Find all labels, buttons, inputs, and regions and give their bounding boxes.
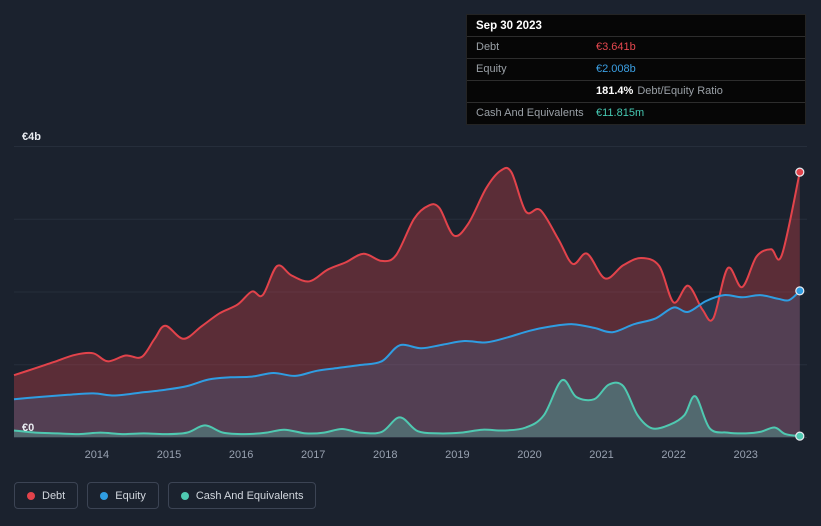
tooltip-cash-label: Cash And Equivalents: [476, 107, 584, 119]
tooltip-debt-row: Debt €3.641b: [467, 36, 805, 58]
x-axis-label-2014: 2014: [85, 449, 109, 461]
y-axis-label-0: €0: [22, 422, 34, 434]
debt-end-marker[interactable]: [795, 167, 805, 177]
chart-tooltip: Sep 30 2023 Debt €3.641b Equity €2.008b …: [466, 14, 806, 125]
tooltip-cash-value: €11.815m: [596, 107, 645, 119]
tooltip-equity-label: Equity: [476, 63, 507, 75]
tooltip-date: Sep 30 2023: [476, 20, 542, 32]
cash-and-equivalents-end-marker[interactable]: [795, 431, 805, 441]
tooltip-equity-value: €2.008b: [596, 63, 636, 75]
tooltip-debt-value: €3.641b: [596, 41, 636, 53]
debt-equity-history-chart: €4b €0 2014 2015 2016 2017 2018 2019 2020 2021 202…: [0, 0, 821, 526]
x-axis-label-2023: 2023: [733, 449, 757, 461]
legend-item-cash[interactable]: Cash And Equivalents: [167, 482, 317, 509]
x-axis-label-2018: 2018: [373, 449, 397, 461]
x-axis-label-2016: 2016: [229, 449, 253, 461]
equity-dot-icon: [100, 491, 109, 500]
tooltip-ratio-value: 181.4% Debt/Equity Ratio: [596, 85, 796, 98]
x-axis-label-2020: 2020: [517, 449, 541, 461]
legend-cash-label: Cash And Equivalents: [195, 489, 304, 502]
chart-legend: Debt Equity Cash And Equivalents: [14, 482, 317, 509]
tooltip-ratio-spacer: [476, 85, 596, 98]
tooltip-debt-label: Debt: [476, 41, 500, 53]
tooltip-ratio-label: Debt/Equity Ratio: [637, 85, 723, 97]
x-axis-label-2022: 2022: [661, 449, 685, 461]
y-axis-label-4: €4b: [22, 131, 41, 143]
legend-item-debt[interactable]: Debt: [14, 482, 79, 509]
x-axis-label-2021: 2021: [589, 449, 613, 461]
tooltip-ratio-row: 181.4% Debt/Equity Ratio: [467, 80, 805, 102]
legend-debt-label: Debt: [42, 489, 66, 502]
legend-equity-label: Equity: [115, 489, 146, 502]
cash-dot-icon: [180, 491, 189, 500]
legend-item-equity[interactable]: Equity: [87, 482, 159, 509]
equity-end-marker[interactable]: [795, 286, 805, 296]
x-axis-label-2019: 2019: [445, 449, 469, 461]
x-axis-label-2015: 2015: [157, 449, 181, 461]
tooltip-cash-row: Cash And Equivalents €11.815m: [467, 102, 805, 124]
tooltip-ratio-percent: 181.4%: [596, 85, 634, 97]
debt-dot-icon: [27, 491, 35, 500]
tooltip-equity-row: Equity €2.008b: [467, 58, 805, 80]
x-axis-label-2017: 2017: [301, 449, 325, 461]
